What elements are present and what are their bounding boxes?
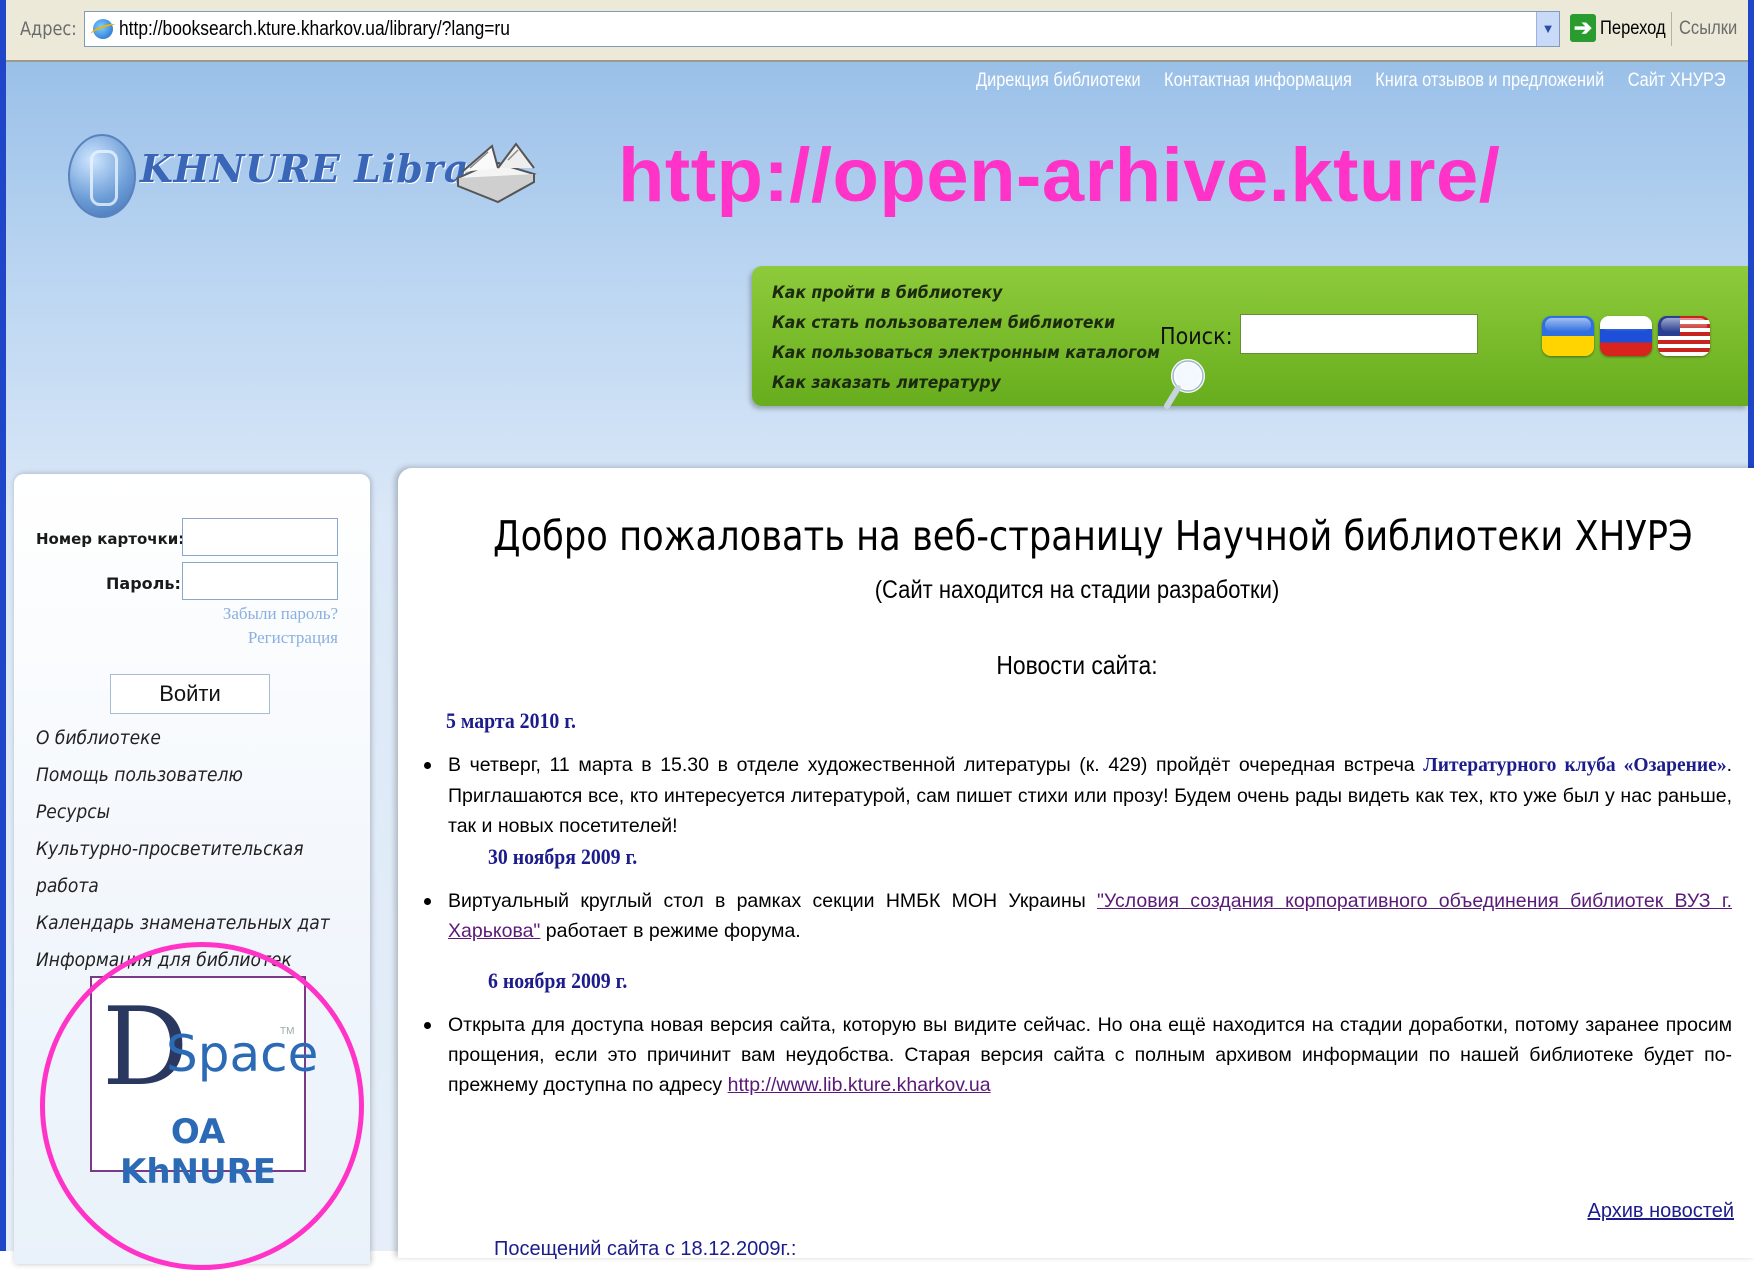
address-label: Адрес: [20,18,77,40]
sidebar-item-help[interactable]: Помощь пользователю [36,757,330,794]
page-subtitle: (Сайт находится на стадии разработки) [874,576,1280,604]
go-arrow-icon[interactable]: ➔ [1570,14,1596,42]
news-item: В четверг, 11 марта в 15.30 в отделе худ… [424,750,1732,841]
address-input[interactable]: http://booksearch.kture.kharkov.ua/libra… [84,11,1560,47]
help-link-order-literature[interactable]: Как заказать литературу [772,368,1160,398]
forgot-password-link[interactable]: Забыли пароль? [223,604,338,624]
password-label: Пароль: [106,574,181,593]
search-input[interactable] [1240,314,1478,354]
go-button[interactable]: Переход [1600,18,1666,40]
login-button[interactable]: Войти [110,674,270,714]
usa-flag-icon[interactable] [1658,316,1710,356]
magnifier-icon[interactable] [1162,358,1208,410]
register-link[interactable]: Регистрация [248,628,338,648]
bullet-icon [424,1022,431,1029]
news-date: 5 марта 2010 г. [446,708,576,733]
overlay-url-annotation: http://open-arhive.kture/ [618,133,1501,218]
ukraine-flag-icon[interactable] [1542,316,1594,356]
page-title: Добро пожаловать на веб-страницу Научной… [493,512,1693,560]
sidebar-item-resources[interactable]: Ресурсы [36,794,330,831]
help-panel: Как пройти в библиотеку Как стать пользо… [752,266,1748,409]
top-link-contacts[interactable]: Контактная информация [1164,70,1352,91]
help-link-how-to-get[interactable]: Как пройти в библиотеку [772,278,1160,308]
card-number-input[interactable] [182,518,338,556]
sidebar-item-calendar[interactable]: Календарь знаменательных дат [36,905,330,942]
news-archive-link[interactable]: Архив новостей [1587,1200,1734,1223]
russia-flag-icon[interactable] [1600,316,1652,356]
top-link-directorate[interactable]: Дирекция библиотеки [976,70,1141,91]
ie-page-icon [93,19,113,39]
address-dropdown-icon[interactable]: ▼ [1536,12,1559,46]
logo-globe-icon [68,134,136,218]
top-links: Дирекция библиотеки Контактная информаци… [957,70,1726,92]
top-link-university-site[interactable]: Сайт ХНУРЭ [1628,70,1726,91]
old-site-link[interactable]: http://www.lib.kture.kharkov.ua [728,1074,991,1096]
news-text: Виртуальный круглый стол в рамках секции… [448,890,1097,912]
news-date: 6 ноября 2009 г. [488,968,628,993]
help-link-become-user[interactable]: Как стать пользователем библиотеки [772,308,1160,338]
sidebar-item-cultural-cont[interactable]: работа [36,868,330,905]
help-link-use-catalog[interactable]: Как пользоваться электронным каталогом [772,338,1160,368]
search-label: Поиск: [1160,324,1233,350]
main-content: Добро пожаловать на веб-страницу Научной… [398,468,1754,1260]
password-input[interactable] [182,562,338,600]
news-text: работает в режиме форума. [540,920,801,942]
club-link[interactable]: Литературного клуба «Озарение» [1423,755,1726,776]
bullet-icon [424,762,431,769]
card-number-label: Номер карточки: [36,530,185,548]
news-item: Виртуальный круглый стол в рамках секции… [424,886,1732,946]
highlight-circle [40,942,364,1270]
toolbar-separator [1671,12,1672,46]
news-heading: Новости сайта: [996,650,1158,680]
visits-counter: Посещений сайта с 18.12.2009г.: [494,1238,797,1260]
top-link-guestbook[interactable]: Книга отзывов и предложений [1376,70,1605,91]
open-book-icon [455,142,537,204]
address-bar: Адрес: http://booksearch.kture.kharkov.u… [6,0,1748,62]
links-button[interactable]: Ссылки [1679,18,1737,40]
web-page: Дирекция библиотеки Контактная информаци… [6,62,1754,1270]
address-url[interactable]: http://booksearch.kture.kharkov.ua/libra… [119,18,510,41]
news-item: Открыта для доступа новая версия сайта, … [424,1010,1732,1100]
sidebar-item-about[interactable]: О библиотеке [36,720,330,757]
site-logo[interactable]: KHNURE Library [68,128,538,218]
news-text: Открыта для доступа новая версия сайта, … [448,1014,1732,1096]
sidebar-menu: О библиотеке Помощь пользователю Ресурсы… [36,720,362,979]
news-date: 30 ноября 2009 г. [488,844,638,869]
bullet-icon [424,898,431,905]
help-links: Как пройти в библиотеку Как стать пользо… [772,278,1194,398]
sidebar-item-cultural[interactable]: Культурно-просветительская [36,831,330,868]
news-text: В четверг, 11 марта в 15.30 в отделе худ… [448,754,1424,776]
